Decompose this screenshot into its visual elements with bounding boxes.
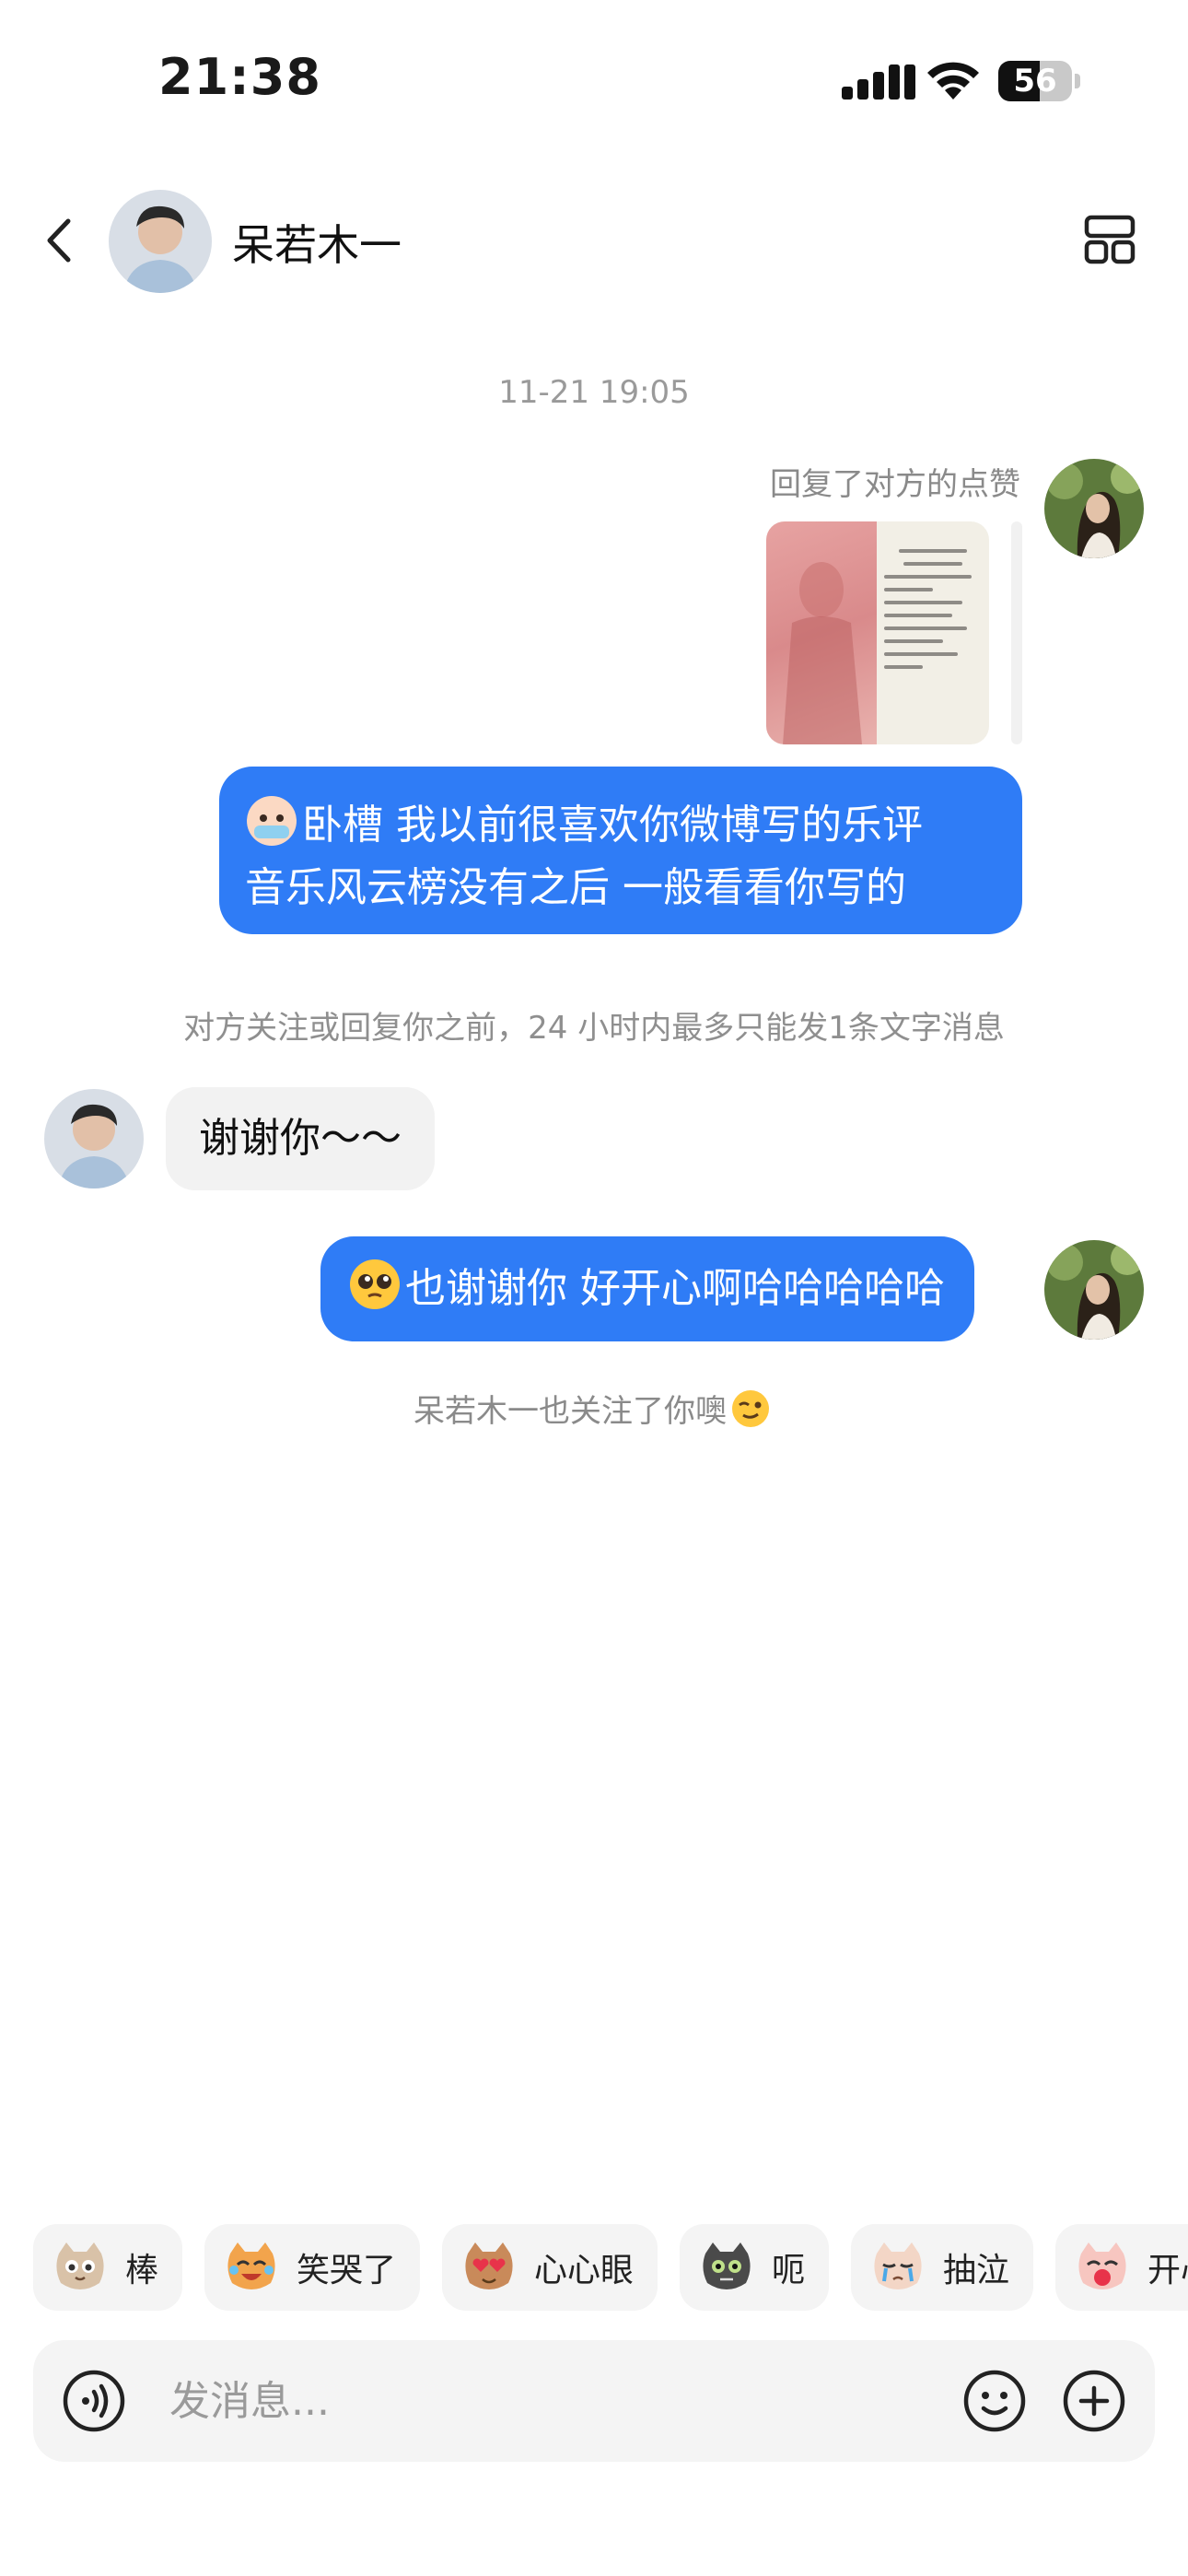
cat-sob-icon xyxy=(874,2242,922,2289)
cellular-signal-icon xyxy=(842,63,917,100)
cat-thumbs-icon xyxy=(56,2242,104,2289)
sticker-label-4: 呃 xyxy=(772,2252,806,2289)
sticker-label-6: 开心 xyxy=(1147,2252,1188,2289)
add-attachment-icon[interactable] xyxy=(1061,2368,1127,2434)
sticker-suggestion-4[interactable]: 呃 xyxy=(680,2224,829,2311)
my-avatar[interactable] xyxy=(1044,459,1144,558)
battery-indicator: 56 xyxy=(998,61,1081,101)
card-scroll-indicator xyxy=(1011,521,1022,744)
sticker-suggestion-2[interactable]: 笑哭了 xyxy=(204,2224,420,2311)
chat-settings-icon[interactable] xyxy=(1077,208,1142,273)
sticker-suggestion-1[interactable]: 棒 xyxy=(33,2224,182,2311)
status-time: 21:38 xyxy=(158,48,321,106)
message-input[interactable] xyxy=(169,2371,925,2430)
message-text-3: 也谢谢你 好开心啊哈哈哈哈哈 xyxy=(405,1265,945,1312)
cat-happy-icon xyxy=(1078,2242,1126,2289)
contact-name[interactable]: 呆若木一 xyxy=(232,212,402,273)
sent-message-bubble[interactable]: 卧槽 我以前很喜欢你微博写的乐评 音乐风云榜没有之后 一般看看你写的 xyxy=(219,767,1022,934)
my-avatar-2[interactable] xyxy=(1044,1240,1144,1340)
sticker-label-3: 心心眼 xyxy=(534,2252,635,2289)
message-timestamp: 11-21 19:05 xyxy=(498,374,690,411)
sticker-label-5: 抽泣 xyxy=(943,2252,1010,2289)
sticker-suggestion-3[interactable]: 心心眼 xyxy=(442,2224,658,2311)
sticker-label-2: 笑哭了 xyxy=(297,2252,397,2289)
emoji-icon[interactable] xyxy=(961,2368,1028,2434)
sticker-suggestion-5[interactable]: 抽泣 xyxy=(851,2224,1033,2311)
emoji-shy-icon xyxy=(245,794,298,848)
message-text-2: 音乐风云榜没有之后 一般看看你写的 xyxy=(245,864,906,911)
liked-post-image[interactable] xyxy=(766,521,989,744)
follow-notice-text: 呆若木一也关注了你噢 xyxy=(413,1393,727,1430)
wink-emoji-icon xyxy=(730,1388,771,1429)
message-limit-notice: 对方关注或回复你之前，24 小时内最多只能发1条文字消息 xyxy=(183,1010,1005,1047)
cat-heart-eyes-icon xyxy=(465,2242,513,2289)
contact-message-avatar[interactable] xyxy=(44,1089,144,1188)
wifi-icon xyxy=(927,62,979,100)
message-line-1: 卧槽 我以前很喜欢你微博写的乐评 xyxy=(245,794,996,857)
sent-message-bubble-2[interactable]: 也谢谢你 好开心啊哈哈哈哈哈 xyxy=(320,1236,974,1341)
sticker-suggestion-6[interactable]: 开心 xyxy=(1055,2224,1188,2311)
back-button[interactable] xyxy=(35,208,90,273)
cat-awkward-icon xyxy=(703,2242,751,2289)
reply-note: 回复了对方的点赞 xyxy=(770,466,1020,503)
cat-laugh-cry-icon xyxy=(227,2242,275,2289)
received-message-bubble[interactable]: 谢谢你～～ xyxy=(166,1087,435,1190)
message-text-1: 卧槽 我以前很喜欢你微博写的乐评 xyxy=(302,802,923,849)
emoji-pleading-icon xyxy=(348,1246,402,1309)
battery-level-text: 56 xyxy=(1013,63,1057,100)
follow-notice: 呆若木一也关注了你噢 xyxy=(0,1386,1188,1431)
contact-avatar[interactable] xyxy=(109,190,212,293)
voice-input-icon[interactable] xyxy=(61,2368,127,2434)
sticker-label-1: 棒 xyxy=(125,2252,159,2289)
